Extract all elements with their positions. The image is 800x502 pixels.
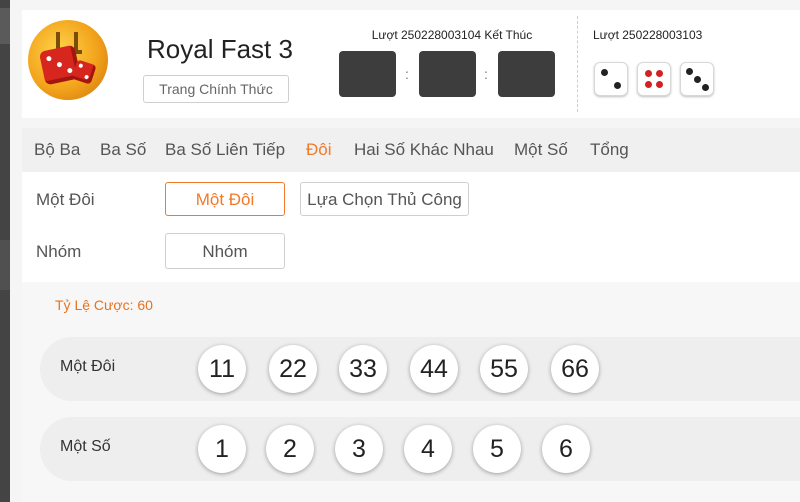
bet-row-pairs: Một Đôi 11 22 33 44 55 66 xyxy=(40,337,800,401)
ball-5[interactable]: 5 xyxy=(473,425,521,473)
bet-type-tabs: Bộ Ba Ba Số Ba Số Liên Tiếp Đôi Hai Số K… xyxy=(22,128,800,172)
bet-options-area: Một Đôi Một Đôi Lựa Chọn Thủ Công Nhóm N… xyxy=(22,172,800,502)
tab-tong[interactable]: Tổng xyxy=(590,140,629,160)
bet-panel: Tỷ Lệ Cược: 60 Một Đôi 11 22 33 44 55 66… xyxy=(22,282,800,502)
game-panel: Royal Fast 3 Trang Chính Thức Lượt 25022… xyxy=(10,0,800,502)
die-face-2-icon xyxy=(594,62,628,96)
colon-separator: : xyxy=(405,66,409,82)
ball-3[interactable]: 3 xyxy=(335,425,383,473)
official-page-button[interactable]: Trang Chính Thức xyxy=(143,75,289,103)
mot-doi-button[interactable]: Một Đôi xyxy=(165,182,285,216)
tab-hai-so-khac-nhau[interactable]: Hai Số Khác Nhau xyxy=(354,140,494,160)
tab-ba-so[interactable]: Ba Số xyxy=(100,140,146,160)
group-label: Nhóm xyxy=(36,242,82,261)
group-button[interactable]: Nhóm xyxy=(165,233,285,269)
tab-mot-so[interactable]: Một Số xyxy=(514,140,568,160)
tab-doi[interactable]: Đôi xyxy=(306,140,332,160)
die-face-4-icon xyxy=(637,62,671,96)
left-edge xyxy=(0,0,10,502)
die-face-3-icon xyxy=(680,62,714,96)
bet-row-label: Một Đôi xyxy=(60,358,116,375)
manual-select-button[interactable]: Lựa Chọn Thủ Công xyxy=(300,182,469,216)
colon-separator: : xyxy=(484,66,488,82)
result-slot-3 xyxy=(498,51,555,97)
game-title: Royal Fast 3 xyxy=(147,34,293,64)
ball-6[interactable]: 6 xyxy=(542,425,590,473)
ball-33[interactable]: 33 xyxy=(339,345,387,393)
ball-1[interactable]: 1 xyxy=(198,425,246,473)
ball-4[interactable]: 4 xyxy=(404,425,452,473)
game-header: Royal Fast 3 Trang Chính Thức Lượt 25022… xyxy=(22,10,800,118)
odds-rate: Tỷ Lệ Cược: 60 xyxy=(55,297,153,313)
current-round-title: Lượt 250228003104 Kết Thúc xyxy=(371,28,533,42)
bet-row-label: Một Số xyxy=(60,438,111,455)
dice-crown-logo-icon xyxy=(28,20,108,100)
result-slot-1 xyxy=(339,51,396,97)
tab-ba-so-lien-tiep[interactable]: Ba Số Liên Tiếp xyxy=(165,140,285,160)
result-slot-2 xyxy=(419,51,476,97)
ball-22[interactable]: 22 xyxy=(269,345,317,393)
bet-row-single: Một Số 1 2 3 4 5 6 xyxy=(40,417,800,481)
header-divider xyxy=(577,16,578,112)
tab-bo-ba[interactable]: Bộ Ba xyxy=(34,140,80,160)
ball-11[interactable]: 11 xyxy=(198,345,246,393)
mode-label: Một Đôi xyxy=(36,190,95,209)
ball-2[interactable]: 2 xyxy=(266,425,314,473)
ball-44[interactable]: 44 xyxy=(410,345,458,393)
ball-55[interactable]: 55 xyxy=(480,345,528,393)
previous-round-title: Lượt 250228003103 xyxy=(593,28,703,42)
ball-66[interactable]: 66 xyxy=(551,345,599,393)
